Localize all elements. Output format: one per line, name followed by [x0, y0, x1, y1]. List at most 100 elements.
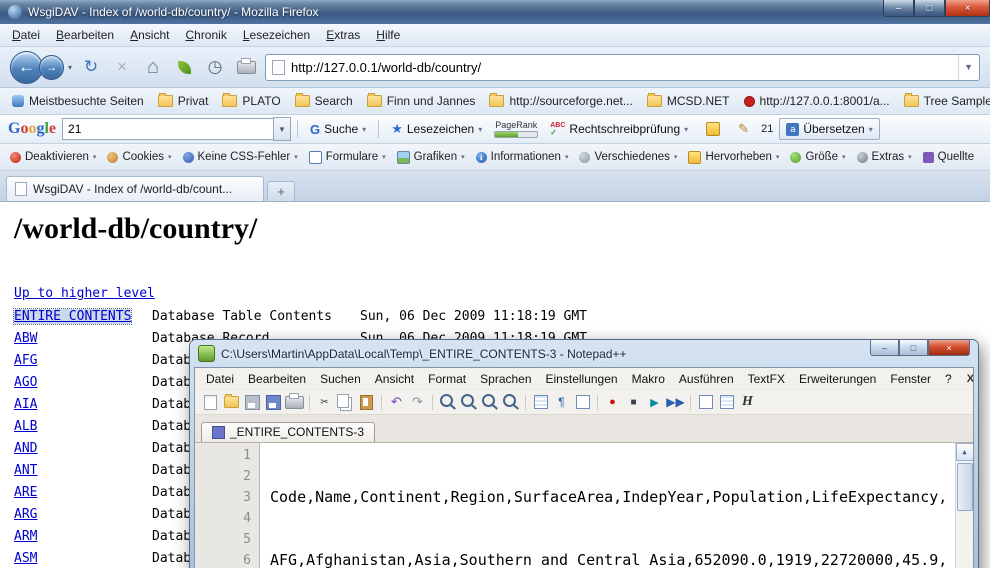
entry-link[interactable]: ARG [14, 507, 37, 522]
webdev-informationen[interactable]: iInformationen▾ [471, 148, 574, 166]
close-button[interactable]: × [945, 0, 990, 17]
menu-ansicht[interactable]: Ansicht [122, 25, 177, 45]
npp-menu-einstellungen[interactable]: Einstellungen [539, 370, 625, 388]
forward-button[interactable]: → [39, 55, 64, 80]
cut-icon[interactable]: ✂ [315, 393, 334, 411]
vertical-scrollbar[interactable]: ▲ [955, 443, 973, 568]
bookmark-search[interactable]: Search [289, 91, 359, 111]
entry-link[interactable]: AIA [14, 397, 37, 412]
entry-link[interactable]: AFG [14, 353, 37, 368]
close-document-button[interactable]: X [959, 373, 974, 385]
bookmark-tree-samples[interactable]: Tree Samples [898, 91, 990, 111]
pagerank-widget[interactable]: PageRank [494, 120, 538, 138]
entry-link[interactable]: ABW [14, 331, 37, 346]
new-file-icon[interactable] [201, 393, 220, 411]
npp-menu-makro[interactable]: Makro [625, 370, 672, 388]
bookmark-privat[interactable]: Privat [152, 91, 215, 111]
npp-menu-fenster[interactable]: Fenster [883, 370, 938, 388]
webdev-groesse[interactable]: Größe▾ [785, 148, 850, 166]
webdev-cookies[interactable]: Cookies▾ [102, 148, 176, 166]
bookmark-mcsd[interactable]: MCSD.NET [641, 91, 736, 111]
google-search-input[interactable] [62, 118, 273, 140]
up-to-higher-level-link[interactable]: Up to higher level [14, 286, 155, 301]
maximize-button[interactable]: □ [914, 0, 945, 17]
play-macro-icon[interactable]: ▶ [645, 393, 664, 411]
open-folder-icon[interactable] [222, 393, 241, 411]
home-button[interactable]: ⌂ [141, 55, 165, 79]
menu-chronik[interactable]: Chronik [177, 25, 234, 45]
save-icon[interactable] [243, 393, 262, 411]
replace-icon[interactable] [459, 393, 478, 411]
entry-link[interactable]: ALB [14, 419, 37, 434]
google-search-button[interactable]: GSuche▾ [304, 119, 372, 140]
entry-link[interactable]: ANT [14, 463, 37, 478]
webdev-hervorheben[interactable]: Hervorheben▾ [683, 148, 784, 167]
feed-button[interactable] [172, 55, 196, 79]
zoom-out-icon[interactable] [501, 393, 520, 411]
npp-menu-textfx[interactable]: TextFX [741, 370, 792, 388]
search-history-dropdown-icon[interactable]: ▼ [273, 117, 291, 141]
close-button[interactable]: × [928, 340, 970, 356]
maximize-button[interactable]: □ [899, 340, 928, 356]
new-tab-button[interactable]: + [267, 181, 295, 201]
html-tag-icon[interactable]: H [738, 393, 757, 411]
npp-menu-suchen[interactable]: Suchen [313, 370, 368, 388]
webdev-extras[interactable]: Extras▾ [852, 148, 917, 166]
function-list-icon[interactable] [717, 393, 736, 411]
stop-macro-icon[interactable]: ■ [624, 393, 643, 411]
run-multi-icon[interactable]: ▶▶ [666, 393, 685, 411]
npp-menu-format[interactable]: Format [421, 370, 473, 388]
doc-switcher-icon[interactable] [696, 393, 715, 411]
menu-hilfe[interactable]: Hilfe [368, 25, 408, 45]
scroll-up-button[interactable]: ▲ [956, 443, 974, 461]
npp-menu-bearbeiten[interactable]: Bearbeiten [241, 370, 313, 388]
webdev-formulare[interactable]: Formulare▾ [304, 148, 391, 167]
editor-area[interactable]: 1 2 3 4 5 6 Code,Name,Continent,Region,S… [195, 443, 973, 568]
undo-icon[interactable]: ↶ [387, 393, 406, 411]
copy-icon[interactable] [336, 393, 355, 411]
history-dropdown-icon[interactable]: ▾ [68, 63, 72, 72]
menu-extras[interactable]: Extras [318, 25, 368, 45]
url-dropdown-icon[interactable]: ▼ [958, 55, 973, 80]
indent-guide-icon[interactable] [573, 393, 592, 411]
npp-menu-sprachen[interactable]: Sprachen [473, 370, 538, 388]
notepadpp-titlebar[interactable]: C:\Users\Martin\AppData\Local\Temp\_ENTI… [194, 340, 974, 367]
save-all-icon[interactable] [264, 393, 283, 411]
minimize-button[interactable]: – [870, 340, 899, 356]
bookmark-finn-und-jannes[interactable]: Finn und Jannes [361, 91, 482, 111]
paste-icon[interactable] [357, 393, 376, 411]
menu-lesezeichen[interactable]: Lesezeichen [235, 25, 318, 45]
entry-link[interactable]: ENTIRE CONTENTS [14, 309, 131, 324]
npp-menu-datei[interactable]: Datei [199, 370, 241, 388]
stop-button[interactable]: × [110, 55, 134, 79]
record-macro-icon[interactable]: ● [603, 393, 622, 411]
spellcheck-button[interactable]: ABC✓Rechtschreibprüfung▾ [544, 119, 694, 140]
bookmark-localhost-8001[interactable]: http://127.0.0.1:8001/a... [738, 91, 896, 111]
bookmark-meistbesuchte[interactable]: Meistbesuchte Seiten [6, 91, 150, 111]
print-icon[interactable] [285, 393, 304, 411]
npp-menu-ausfuehren[interactable]: Ausführen [672, 370, 741, 388]
webdev-verschiedenes[interactable]: Verschiedenes▾ [574, 148, 682, 166]
scrollbar-thumb[interactable] [957, 463, 973, 511]
redo-icon[interactable]: ↷ [408, 393, 427, 411]
bookmark-sourceforge[interactable]: http://sourceforge.net... [483, 91, 638, 111]
code-text[interactable]: Code,Name,Continent,Region,SurfaceArea,I… [260, 443, 955, 568]
active-tab[interactable]: WsgiDAV - Index of /world-db/count... [6, 176, 264, 201]
entry-link[interactable]: ARE [14, 485, 37, 500]
word-wrap-icon[interactable] [531, 393, 550, 411]
menu-bearbeiten[interactable]: Bearbeiten [48, 25, 122, 45]
webdev-grafiken[interactable]: Grafiken▾ [392, 148, 470, 167]
bookmark-plato[interactable]: PLATO [216, 91, 286, 111]
entry-link[interactable]: AND [14, 441, 37, 456]
minimize-button[interactable]: – [883, 0, 914, 17]
npp-menu-ansicht[interactable]: Ansicht [368, 370, 421, 388]
print-button[interactable] [234, 55, 258, 79]
autofill-button[interactable]: ✎ [732, 118, 755, 140]
webdev-css[interactable]: Keine CSS-Fehler▾ [178, 148, 303, 166]
url-input[interactable] [291, 60, 952, 75]
npp-active-tab[interactable]: _ENTIRE_CONTENTS-3 [201, 422, 375, 442]
translate-button[interactable]: aÜbersetzen▾ [779, 118, 879, 140]
webdev-deaktivieren[interactable]: Deaktivieren▾ [5, 148, 101, 166]
entry-link[interactable]: ASM [14, 551, 37, 566]
menu-datei[interactable]: Datei [4, 25, 48, 45]
